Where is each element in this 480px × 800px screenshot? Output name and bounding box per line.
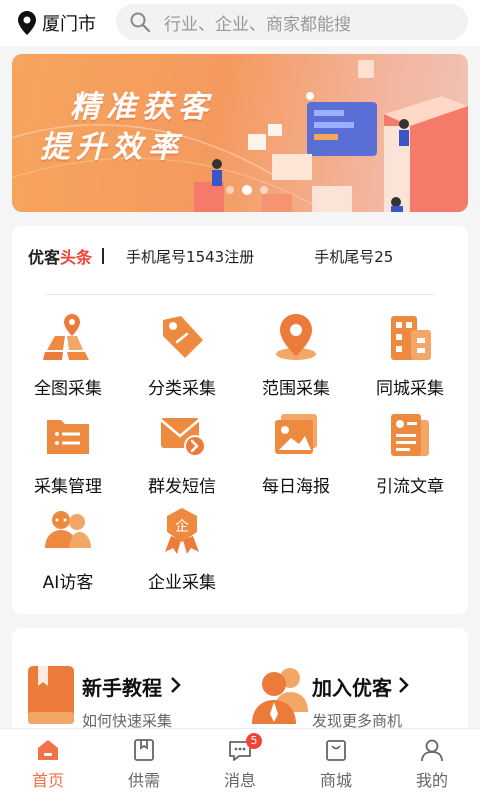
location-pin-icon: [276, 314, 316, 360]
news-message[interactable]: 手机尾号25: [314, 246, 393, 267]
grid-label: 采集管理: [34, 477, 102, 497]
divider: [46, 294, 434, 295]
tutorial-title: 新手教程: [82, 676, 162, 700]
grid-label: 范围采集: [262, 379, 330, 399]
city-name: 厦门市: [42, 14, 96, 35]
grid-label: 企业采集: [148, 573, 216, 593]
grid-item-enterprise[interactable]: 企 企业采集: [132, 506, 232, 598]
team-icon: [252, 668, 308, 724]
banner-dot-active[interactable]: [242, 185, 252, 195]
bottom-tab-bar: 首页 供需 5 消息 商城 我的: [0, 728, 480, 800]
tab-label: 供需: [127, 771, 160, 790]
join-title: 加入优客: [312, 676, 392, 700]
grid-item-full-map[interactable]: 全图采集: [18, 312, 118, 404]
shop-bag-icon: [326, 740, 346, 761]
tab-mine[interactable]: 我的: [402, 737, 462, 791]
enterprise-badge-icon: 企: [165, 508, 199, 554]
tab-messages[interactable]: 5 消息: [210, 733, 270, 791]
banner-dot[interactable]: [260, 186, 268, 194]
building-icon: [391, 316, 431, 360]
search-icon: [130, 12, 150, 32]
tag-icon: [163, 316, 203, 358]
user-icon: [421, 739, 443, 762]
grid-item-category[interactable]: 分类采集: [132, 312, 232, 404]
grid-label: 同城采集: [376, 379, 444, 399]
grid-item-sms[interactable]: 群发短信: [132, 410, 232, 502]
grid-label: 每日海报: [262, 477, 330, 497]
svg-text:企: 企: [175, 518, 189, 535]
promo-join[interactable]: 加入优客 发现更多商机: [252, 664, 462, 730]
top-bar: 厦门市 行业、企业、商家都能搜: [0, 0, 480, 46]
grid-item-article[interactable]: 引流文章: [360, 410, 460, 502]
news-brand-suffix: 头条: [60, 248, 93, 267]
tab-label: 首页: [31, 771, 64, 790]
search-input[interactable]: 行业、企业、商家都能搜: [116, 4, 468, 40]
search-placeholder: 行业、企业、商家都能搜: [164, 14, 351, 35]
banner-dot[interactable]: [226, 186, 234, 194]
tab-label: 商城: [319, 771, 352, 790]
grid-label: 引流文章: [376, 477, 444, 497]
grid-label: AI访客: [42, 573, 94, 593]
grid-label: 全图采集: [34, 379, 102, 399]
city-selector[interactable]: 厦门市: [18, 10, 96, 36]
banner-pagination: [226, 185, 276, 195]
promo-tutorial[interactable]: 新手教程 如何快速采集: [24, 664, 234, 730]
grid-label: 群发短信: [148, 477, 216, 497]
chevron-right-icon: [171, 677, 181, 693]
home-icon: [38, 740, 58, 760]
news-brand: 优客头条: [28, 244, 92, 268]
news-message[interactable]: 手机尾号1543注册: [126, 246, 254, 267]
people-icon: [45, 511, 91, 548]
unread-badge: 5: [246, 733, 262, 749]
location-icon: [18, 11, 36, 35]
article-icon: [391, 414, 429, 456]
tab-home[interactable]: 首页: [18, 737, 78, 791]
book-icon: [28, 666, 74, 724]
grid-label: 分类采集: [148, 379, 216, 399]
banner-headline-2: 提升效率: [40, 130, 184, 165]
tab-shop[interactable]: 商城: [306, 737, 366, 791]
grid-item-collect-manage[interactable]: 采集管理: [18, 410, 118, 502]
bookmark-icon: [134, 739, 154, 761]
tab-supply-demand[interactable]: 供需: [114, 737, 174, 791]
picture-icon: [275, 414, 317, 454]
grid-item-poster[interactable]: 每日海报: [246, 410, 346, 502]
news-separator: [102, 248, 105, 264]
tab-label: 消息: [223, 771, 256, 790]
grid-item-range[interactable]: 范围采集: [246, 312, 346, 404]
news-brand-prefix: 优客: [28, 248, 61, 267]
envelope-forward-icon: [160, 418, 206, 457]
tab-label: 我的: [415, 771, 448, 790]
map-pin-grid-icon: [43, 314, 89, 360]
banner-headline-1: 精准获客: [70, 90, 214, 125]
grid-item-ai-visitor[interactable]: AI访客: [18, 506, 118, 598]
folder-list-icon: [47, 420, 89, 454]
chevron-right-icon: [399, 677, 409, 693]
news-ticker[interactable]: 优客头条 手机尾号1543注册 手机尾号25: [28, 244, 464, 268]
grid-item-same-city[interactable]: 同城采集: [360, 312, 460, 404]
